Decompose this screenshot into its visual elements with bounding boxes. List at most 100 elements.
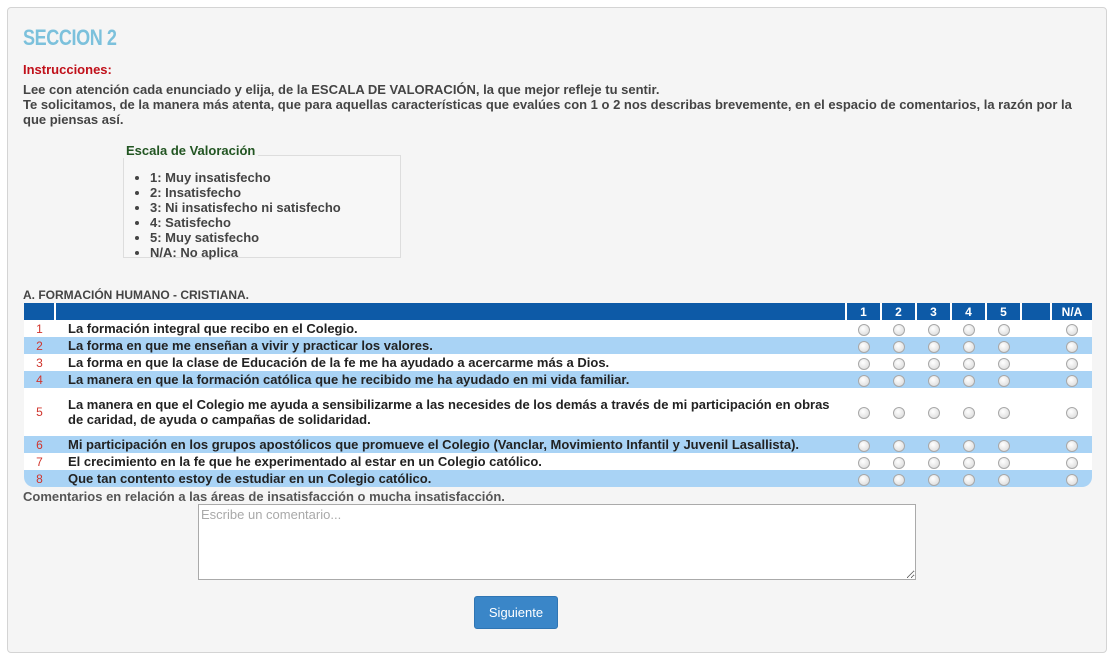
table-row: 5 La manera en que el Colegio me ayuda a …: [24, 388, 1092, 436]
spacer-cell: [1021, 470, 1051, 487]
spacer-cell: [1021, 388, 1051, 436]
radio-option-5[interactable]: [997, 407, 1010, 420]
option-cell-3: [916, 337, 951, 354]
next-button[interactable]: Siguiente: [474, 596, 558, 629]
header-2: 2: [881, 303, 917, 320]
scale-item: 2: Insatisfecho: [150, 185, 400, 200]
radio-option-2[interactable]: [892, 473, 905, 486]
radio-option-2[interactable]: [892, 357, 905, 370]
radio-option-4[interactable]: [962, 323, 975, 336]
option-cell-3: [916, 470, 951, 487]
option-cell-1: [846, 436, 881, 453]
radio-option-2[interactable]: [892, 439, 905, 452]
radio-option-1[interactable]: [857, 456, 870, 469]
scale-item: 1: Muy insatisfecho: [150, 170, 400, 185]
radio-option-na[interactable]: [1065, 323, 1078, 336]
option-cell-5: [986, 436, 1021, 453]
radio-option-2[interactable]: [892, 456, 905, 469]
comments-label: Comentarios en relación a las áreas de i…: [23, 489, 505, 504]
option-cell-4: [951, 470, 986, 487]
option-cell-5: [986, 371, 1021, 388]
radio-option-na[interactable]: [1065, 340, 1078, 353]
option-cell-na: [1051, 388, 1092, 436]
spacer-cell: [1021, 436, 1051, 453]
radio-option-3[interactable]: [927, 340, 940, 353]
radio-option-3[interactable]: [927, 439, 940, 452]
table-row: 4 La manera en que la formación católica …: [24, 371, 1092, 388]
radio-option-4[interactable]: [962, 357, 975, 370]
header-num: [24, 303, 56, 320]
radio-option-na[interactable]: [1065, 407, 1078, 420]
radio-option-4[interactable]: [962, 407, 975, 420]
radio-option-na[interactable]: [1065, 374, 1078, 387]
radio-option-1[interactable]: [857, 473, 870, 486]
comment-textarea[interactable]: [198, 504, 916, 580]
radio-option-na[interactable]: [1065, 357, 1078, 370]
instructions-line-2: Te solicitamos, de la manera más atenta,…: [23, 97, 1072, 127]
option-cell-3: [916, 453, 951, 470]
row-number: 2: [24, 337, 55, 354]
radio-option-1[interactable]: [857, 357, 870, 370]
radio-option-4[interactable]: [962, 456, 975, 469]
radio-option-5[interactable]: [997, 340, 1010, 353]
radio-option-4[interactable]: [962, 340, 975, 353]
radio-option-5[interactable]: [997, 439, 1010, 452]
table-row: 3 La forma en que la clase de Educación d…: [24, 354, 1092, 371]
radio-option-3[interactable]: [927, 456, 940, 469]
option-cell-4: [951, 354, 986, 371]
radio-option-na[interactable]: [1065, 456, 1078, 469]
radio-option-1[interactable]: [857, 374, 870, 387]
option-cell-4: [951, 337, 986, 354]
radio-option-3[interactable]: [927, 407, 940, 420]
row-number: 7: [24, 453, 55, 470]
option-cell-2: [881, 470, 916, 487]
option-cell-2: [881, 371, 916, 388]
radio-option-5[interactable]: [997, 374, 1010, 387]
radio-option-1[interactable]: [857, 323, 870, 336]
option-cell-3: [916, 436, 951, 453]
radio-option-5[interactable]: [997, 323, 1010, 336]
radio-option-1[interactable]: [857, 407, 870, 420]
option-cell-4: [951, 453, 986, 470]
radio-option-1[interactable]: [857, 340, 870, 353]
scale-item: 3: Ni insatisfecho ni satisfecho: [150, 200, 400, 215]
option-cell-1: [846, 453, 881, 470]
rating-scale-box: 1: Muy insatisfecho 2: Insatisfecho 3: N…: [123, 155, 401, 260]
radio-option-na[interactable]: [1065, 473, 1078, 486]
option-cell-5: [986, 354, 1021, 371]
option-cell-na: [1051, 453, 1092, 470]
radio-option-3[interactable]: [927, 323, 940, 336]
radio-option-na[interactable]: [1065, 439, 1078, 452]
header-na: N/A: [1051, 303, 1092, 320]
spacer-cell: [1021, 354, 1051, 371]
row-number: 3: [24, 354, 55, 371]
instructions-text: Lee con atención cada enunciado y elija,…: [23, 82, 1088, 127]
radio-option-2[interactable]: [892, 407, 905, 420]
option-cell-3: [916, 320, 951, 337]
radio-option-1[interactable]: [857, 439, 870, 452]
instructions-line-1: Lee con atención cada enunciado y elija,…: [23, 82, 660, 97]
row-number: 8: [24, 470, 55, 487]
radio-option-5[interactable]: [997, 456, 1010, 469]
table-row: 7 El crecimiento en la fe que he experime…: [24, 453, 1092, 470]
radio-option-3[interactable]: [927, 473, 940, 486]
radio-option-3[interactable]: [927, 357, 940, 370]
radio-option-5[interactable]: [997, 473, 1010, 486]
radio-option-5[interactable]: [997, 357, 1010, 370]
option-cell-1: [846, 388, 881, 436]
spacer-cell: [1021, 337, 1051, 354]
radio-option-3[interactable]: [927, 374, 940, 387]
radio-option-2[interactable]: [892, 374, 905, 387]
option-cell-na: [1051, 371, 1092, 388]
option-cell-4: [951, 371, 986, 388]
radio-option-4[interactable]: [962, 473, 975, 486]
option-cell-na: [1051, 337, 1092, 354]
option-cell-1: [846, 470, 881, 487]
radio-option-2[interactable]: [892, 323, 905, 336]
option-cell-3: [916, 371, 951, 388]
radio-option-2[interactable]: [892, 340, 905, 353]
scale-item: 4: Satisfecho: [150, 215, 400, 230]
radio-option-4[interactable]: [962, 439, 975, 452]
radio-option-4[interactable]: [962, 374, 975, 387]
table-row: 8 Que tan contento estoy de estudiar en u…: [24, 470, 1092, 487]
